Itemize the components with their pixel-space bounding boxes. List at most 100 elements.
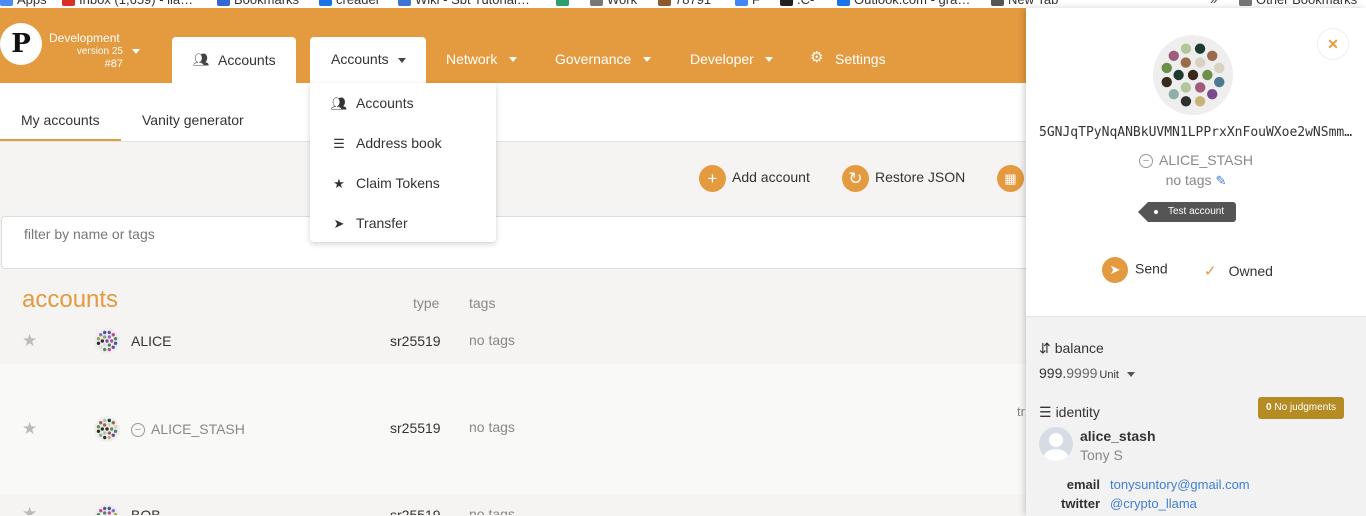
identicon-dot [103,435,107,440]
bookmark-label: Apps [17,0,47,7]
tab-my-accounts[interactable]: My accounts [21,112,100,128]
dropdown-item-address-book[interactable]: ☰ Address book [330,135,441,152]
bookmark-item[interactable]: » [1210,0,1217,8]
identicon-dot [111,433,115,437]
identicon-dot [1161,62,1172,74]
dropdown-item-accounts[interactable]: 👥︎ Accounts [330,95,414,112]
clipped-column-text: tr [1017,404,1025,419]
column-header-tags: tags [469,295,496,311]
bookmark-item[interactable]: New Tab [991,0,1058,8]
identicon-dot [1180,57,1191,68]
chain-selector[interactable]: Development version 25 #87 [49,32,139,71]
calendar-icon [556,0,569,6]
balance-unit: Unit [1099,369,1119,381]
dropdown-item-transfer[interactable]: ➤ Transfer [330,215,408,232]
bookmark-item[interactable]: Outlook.com - gra… [837,0,970,8]
judgments-count: 0 [1266,402,1272,413]
dropdown-item-claim-tokens[interactable]: ★ Claim Tokens [330,175,440,192]
bookmark-item[interactable]: .C- [780,0,814,8]
chain-version: version 25 [76,46,123,57]
identity-avatar [1039,427,1073,461]
edit-icon[interactable]: ✎ [1216,173,1227,189]
identicon-dot [111,509,115,513]
menu-developer[interactable]: Developer [690,51,754,67]
dropdown-item-label: Claim Tokens [356,175,440,191]
add-account-button[interactable]: + Add account [699,165,810,192]
bookmark-item[interactable]: creader [319,0,380,8]
tab-vanity-generator[interactable]: Vanity generator [142,112,244,128]
identicon-dot [103,347,107,352]
identicon-large[interactable] [1153,35,1233,115]
favorite-star-icon[interactable]: ★ [22,331,37,351]
bookmark-item[interactable]: Wiki - Sbt Tutorial… [398,0,530,8]
account-tags: no tags [469,419,515,435]
identicon-dot [1195,82,1206,93]
account-address[interactable]: 5GNJqTPyNqANBkUVMN1LPPrxXnFouWXoe2wNSmmE… [1039,125,1353,140]
menu-accounts[interactable]: Accounts [310,37,426,83]
bookmark-item[interactable]: Apps [0,0,47,8]
identicon-dot [102,431,107,435]
bookmark-item[interactable]: Other Bookmarks [1239,0,1357,8]
identicon-dot [1161,76,1172,88]
users-icon: 👥︎ [193,52,210,67]
bookmark-label: Wiki - Sbt Tutorial… [415,0,530,7]
balance-value[interactable]: 999.9999 Unit [1039,365,1135,381]
identicon-avatar[interactable] [94,416,120,442]
identicon-dot [102,423,107,427]
table-row[interactable]: ★ ALICE sr25519 no tags [0,320,1026,364]
close-icon[interactable]: ✕ [1317,28,1349,60]
gear-icon: ⚙ [810,49,824,66]
identicon-dot [99,509,103,513]
twitter-link[interactable]: @crypto_llama [1110,496,1197,511]
bookmark-item[interactable]: Bookmarks [217,0,299,8]
bookmark-item[interactable]: Inbox (1,659) - lla… [62,0,193,8]
chain-chevron-down-icon[interactable] [132,49,140,54]
identity-display-name: alice_stash [1080,428,1156,444]
table-row[interactable]: ★ − ALICE_STASH sr25519 no tags [0,364,1026,494]
menu-governance[interactable]: Governance [555,51,631,67]
menu-network[interactable]: Network [446,51,497,67]
accounts-dropdown-menu: 👥︎ Accounts ☰ Address book ★ Claim Tokens ➤… [310,83,496,242]
menu-settings[interactable]: Settings [835,51,886,67]
active-tab-indicator [0,139,121,141]
chevron-down-icon [1126,371,1135,377]
identicon-avatar[interactable] [94,504,120,515]
favorite-star-icon[interactable]: ★ [22,504,37,515]
restore-json-button[interactable]: ↻ Restore JSON [842,165,965,192]
column-header-type: type [413,295,440,311]
twitter-label: twitter [1061,496,1100,511]
bookmark-label: » [1210,0,1217,7]
bookmark-item[interactable]: Work [590,0,637,8]
identicon-dot [1194,96,1206,107]
outlook-icon [319,0,332,6]
send-button[interactable]: ➤ Send [1102,257,1168,283]
bookmark-label: 78791 [675,0,711,7]
script-icon [780,0,793,6]
sub-tabs: My accounts Vanity generator [0,83,1026,142]
globe-icon [991,0,1004,6]
favorite-star-icon[interactable]: ★ [22,419,37,439]
plus-icon: + [699,165,726,192]
filter-box [1,216,1033,269]
table-row[interactable]: ★ BOB sr25519 no tags [0,494,1026,515]
identicon-dot [1207,89,1218,100]
restore-json-label: Restore JSON [875,169,966,186]
email-link[interactable]: tonysuntory@gmail.com [1110,477,1250,492]
send-label: Send [1135,260,1168,277]
identicon-dot [113,341,118,345]
identicon-dot [99,421,103,425]
identicon-dot [113,337,118,341]
bookmark-item[interactable] [556,0,573,8]
dropdown-item-label: Accounts [356,95,414,111]
bookmark-item[interactable]: F [735,0,760,8]
identicon-dot [1180,96,1192,107]
polkadot-logo[interactable]: P [0,23,42,65]
balance-int: 999. [1039,365,1067,381]
account-name-text: ALICE_STASH [151,421,245,437]
identicon-dot [1180,43,1192,54]
account-name-text: ALICE_STASH [1159,152,1253,168]
bookmark-item[interactable]: 78791 [658,0,711,8]
sort-amount-icon: ⇵ [1039,340,1051,356]
tab-accounts[interactable]: 👥︎ Accounts [172,37,296,83]
identicon-avatar[interactable] [94,328,120,354]
